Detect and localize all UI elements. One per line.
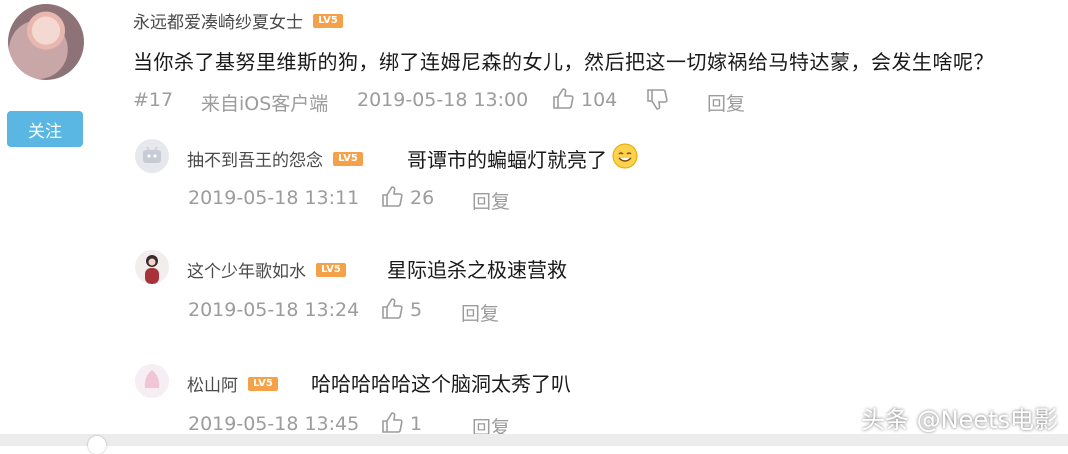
reply-avatar[interactable]: [135, 250, 169, 284]
level-badge: LV5: [316, 262, 346, 277]
comment-timestamp: 2019-05-18 13:00: [357, 89, 529, 111]
reply-avatar[interactable]: [135, 139, 169, 173]
main-commenter-avatar[interactable]: [8, 4, 84, 80]
level-badge: LV5: [313, 13, 343, 28]
comment-source: 来自iOS客户端: [201, 93, 329, 115]
reply-username[interactable]: 这个少年歌如水: [187, 257, 306, 282]
like-count: 1: [410, 413, 423, 435]
main-comment-text: 当你杀了基努里维斯的狗，绑了连姆尼森的女儿，然后把这一切嫁祸给马特达蒙，会发生啥…: [133, 50, 994, 74]
reply-text: 哥谭市的蝙蝠灯就亮了: [407, 147, 607, 172]
reply-button[interactable]: 回复: [461, 299, 499, 326]
thumbs-down-icon[interactable]: [645, 87, 669, 111]
comment-floor: #17: [133, 89, 174, 111]
reply-button[interactable]: 回复: [472, 187, 510, 214]
like-count: 104: [581, 89, 618, 111]
level-badge: LV5: [248, 376, 278, 391]
reply-button[interactable]: 回复: [707, 89, 745, 116]
reply-timestamp: 2019-05-18 13:45: [188, 413, 360, 435]
reply-username[interactable]: 松山阿: [187, 371, 238, 396]
reply-timestamp: 2019-05-18 13:24: [188, 299, 360, 321]
scrollbar-thumb[interactable]: [88, 436, 106, 454]
level-badge: LV5: [333, 151, 363, 166]
like-count: 26: [410, 187, 435, 209]
thumbs-up-icon[interactable]: [380, 185, 404, 209]
reply-username[interactable]: 抽不到吾王的怨念: [187, 146, 323, 171]
thumbs-up-icon[interactable]: [380, 411, 404, 435]
reply-text: 哈哈哈哈哈这个脑洞太秀了叭: [311, 372, 571, 396]
reply-text: 星际追杀之极速营救: [387, 258, 567, 282]
main-commenter-username[interactable]: 永远都爱凑崎纱夏女士: [133, 8, 303, 33]
thumbs-up-icon[interactable]: [551, 87, 575, 111]
horizontal-scrollbar[interactable]: [0, 434, 1068, 446]
thumbs-up-icon[interactable]: [380, 297, 404, 321]
reply-timestamp: 2019-05-18 13:11: [188, 187, 360, 209]
follow-button[interactable]: 关注: [7, 111, 83, 147]
reply-avatar[interactable]: [135, 364, 169, 398]
like-count: 5: [410, 299, 423, 321]
watermark: 头条 @Neets电影: [860, 406, 1058, 434]
smile-emoji-icon: [611, 142, 639, 174]
